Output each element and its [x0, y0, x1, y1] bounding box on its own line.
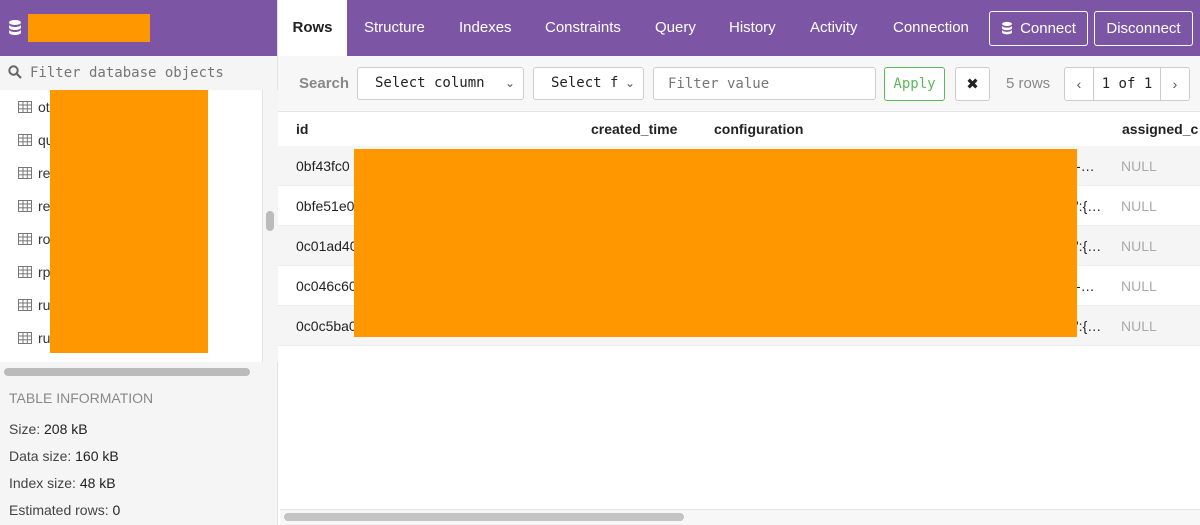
data-size-value: 160 kB: [75, 448, 119, 464]
grid-header: id created_time configuration assigned_c: [278, 112, 1200, 146]
column-header-id[interactable]: id: [296, 121, 308, 137]
object-list-scroll-thumb[interactable]: [266, 211, 274, 231]
assigned-cell: NULL: [1121, 198, 1157, 214]
index-size-value: 48 kB: [79, 475, 116, 491]
data-size-row: Data size: 160 kB: [9, 443, 278, 470]
tab-rows[interactable]: Rows: [278, 0, 347, 56]
table-icon: [18, 265, 32, 278]
table-information: TABLE INFORMATION Size: 208 kB Data size…: [0, 380, 278, 524]
tab-connection[interactable]: Connection: [893, 0, 969, 56]
configuration-cell: ':{…: [1076, 238, 1102, 254]
chevron-down-icon: ⌄: [504, 76, 515, 90]
column-header-created-time[interactable]: created_time: [591, 121, 677, 137]
results-grid: id created_time configuration assigned_c…: [278, 112, 1200, 346]
object-item-label: ot: [38, 98, 50, 115]
top-navigation: Rows Structure Indexes Constraints Query…: [278, 0, 1200, 56]
disconnect-button[interactable]: Disconnect: [1094, 11, 1193, 46]
tab-constraints[interactable]: Constraints: [545, 0, 621, 56]
table-icon: [18, 133, 32, 146]
database-name-redacted[interactable]: [28, 14, 150, 42]
tab-indexes[interactable]: Indexes: [459, 0, 512, 56]
search-label: Search: [299, 75, 350, 92]
rows-toolbar: Search Select column ⌄ Select f ⌄ Apply …: [278, 56, 1200, 112]
tab-history[interactable]: History: [729, 0, 776, 56]
estimated-rows-value: 0: [112, 502, 121, 518]
tab-activity[interactable]: Activity: [810, 0, 858, 56]
configuration-cell: ':{…: [1076, 318, 1102, 334]
assigned-cell: NULL: [1121, 318, 1157, 334]
rows-count: 5 rows: [1006, 75, 1051, 92]
object-item-label: re: [38, 164, 51, 181]
configuration-cell: ':{…: [1076, 198, 1102, 214]
grid-data-redacted: [354, 149, 1077, 337]
id-cell: 0bfe51e0: [296, 198, 354, 214]
configuration-cell: -…: [1076, 278, 1095, 294]
object-list: ot qu re re ro rp ru ru: [0, 90, 262, 362]
id-cell: 0c046c60: [296, 278, 354, 294]
object-item-label: re: [38, 197, 51, 214]
table-size-value: 208 kB: [44, 421, 88, 437]
table-icon: [18, 100, 32, 113]
filter-value-input[interactable]: [653, 67, 876, 100]
object-filter: [0, 56, 277, 90]
object-item-label: ru: [38, 329, 51, 346]
chevron-down-icon: ⌄: [624, 76, 635, 90]
table-icon: [18, 298, 32, 311]
table-icon: [18, 232, 32, 245]
next-page-button[interactable]: ›: [1161, 68, 1189, 100]
clear-filter-button[interactable]: ✖: [955, 67, 990, 101]
estimated-rows-row: Estimated rows: 0: [9, 497, 278, 524]
connect-label: Connect: [1020, 20, 1076, 37]
id-cell: 0bf43fc0: [296, 158, 350, 174]
data-size-label: Data size:: [9, 448, 72, 464]
table-icon: [18, 331, 32, 344]
table-icon: [18, 166, 32, 179]
prev-page-button[interactable]: ‹: [1065, 68, 1093, 100]
object-list-hscroll-thumb[interactable]: [4, 368, 250, 376]
estimated-rows-label: Estimated rows:: [9, 502, 109, 518]
page-indicator: 1 of 1: [1093, 68, 1161, 100]
grid-hscroll-thumb[interactable]: [284, 513, 684, 521]
database-icon: [1002, 21, 1013, 35]
app-window: ot qu re re ro rp: [0, 0, 1200, 525]
assigned-cell: NULL: [1121, 238, 1157, 254]
assigned-cell: NULL: [1121, 278, 1157, 294]
id-cell: 0c0c5ba0: [296, 318, 354, 334]
index-size-label: Index size:: [9, 475, 76, 491]
object-filter-input[interactable]: [30, 65, 260, 81]
tab-structure[interactable]: Structure: [364, 0, 425, 56]
table-size-row: Size: 208 kB: [9, 416, 278, 443]
object-item-label: ru: [38, 296, 51, 313]
assigned-cell: NULL: [1121, 158, 1157, 174]
column-header-configuration[interactable]: configuration: [714, 121, 803, 137]
column-header-assigned[interactable]: assigned_c: [1122, 121, 1198, 137]
object-item-label: ro: [38, 230, 51, 247]
sidebar: ot qu re re ro rp: [0, 0, 278, 525]
apply-button[interactable]: Apply: [884, 67, 945, 101]
sidebar-header: [0, 0, 277, 56]
filter-type-select[interactable]: Select f ⌄: [533, 67, 644, 100]
search-icon: [8, 64, 22, 82]
database-icon: [8, 19, 22, 37]
index-size-row: Index size: 48 kB: [9, 470, 278, 497]
object-names-redacted: [50, 90, 208, 353]
main-panel: Rows Structure Indexes Constraints Query…: [278, 0, 1200, 525]
filter-type-value: Select f: [551, 75, 619, 91]
pagination: ‹ 1 of 1 ›: [1064, 67, 1190, 101]
table-information-title: TABLE INFORMATION: [9, 390, 154, 406]
configuration-cell: -…: [1076, 158, 1095, 174]
table-size-label: Size:: [9, 421, 41, 437]
table-icon: [18, 199, 32, 212]
connect-button[interactable]: Connect: [989, 11, 1088, 46]
object-item-label: rp: [38, 263, 51, 280]
id-cell: 0c01ad40: [296, 238, 354, 254]
column-select-value: Select column: [375, 75, 485, 91]
column-select[interactable]: Select column ⌄: [357, 67, 524, 100]
tab-query[interactable]: Query: [655, 0, 696, 56]
